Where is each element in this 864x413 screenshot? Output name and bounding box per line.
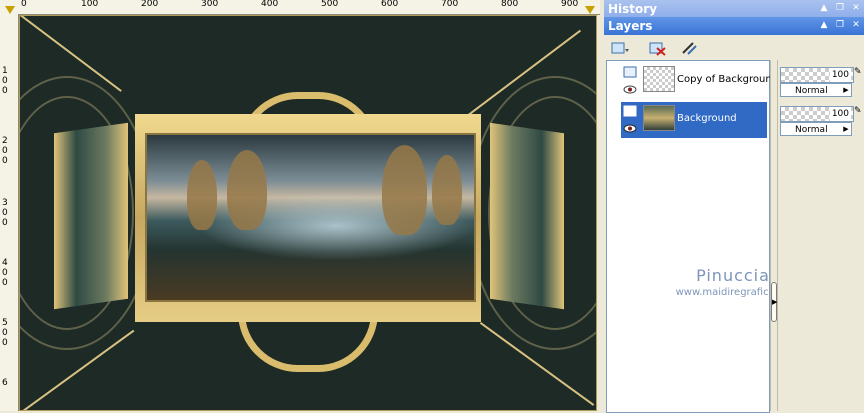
ruler-label: 0 (21, 0, 27, 9)
layer-properties: 100 ✎ Normal ▶ 100 ✎ Normal ▶ (778, 60, 864, 411)
ruler-label: 3 0 0 (2, 198, 8, 228)
layer-name: Copy of Background (677, 74, 779, 85)
pin-icon[interactable]: ▲ (818, 2, 830, 14)
chevron-right-icon[interactable]: ▶ (841, 84, 851, 96)
ruler-left: 1 0 0 2 0 0 3 0 0 4 0 0 5 0 0 6 (0, 14, 19, 411)
ruler-label: 100 (81, 0, 99, 9)
ruler-label: 500 (321, 0, 339, 9)
ruler-label: 1 0 0 (2, 66, 8, 96)
layer-thumbnail (643, 105, 675, 131)
restore-icon[interactable]: ❐ (834, 2, 846, 14)
layer-visibility-icon[interactable] (623, 66, 637, 78)
pin-icon[interactable]: ▲ (818, 19, 830, 31)
tree (432, 155, 462, 225)
edit-icon[interactable]: ✎ (854, 67, 864, 79)
layer-props-row: 100 ✎ Normal ▶ (780, 62, 864, 98)
opacity-slider[interactable]: 100 (780, 106, 854, 122)
landscape-picture (145, 133, 476, 302)
opacity-slider[interactable]: 100 (780, 67, 854, 83)
new-layer-button[interactable] (608, 38, 632, 58)
ruler-marker (585, 6, 595, 14)
edit-layer-button[interactable] (678, 38, 702, 58)
ruler-label: 600 (381, 0, 399, 9)
layers-toolbar (604, 36, 864, 60)
opacity-value: 100 (829, 68, 851, 82)
new-layer-icon (611, 42, 629, 54)
ruler-label: 2 0 0 (2, 136, 8, 166)
edit-layer-icon (682, 42, 697, 55)
ruler-label: 300 (201, 0, 219, 9)
blend-mode-value: Normal (795, 86, 828, 96)
blend-mode-select[interactable]: Normal ▶ (780, 122, 852, 136)
ruler-label: 200 (141, 0, 159, 9)
opacity-value: 100 (829, 107, 851, 121)
ruler-top: 0 100 200 300 400 500 600 700 800 900 (0, 0, 600, 15)
ruler-label: 6 (2, 378, 8, 388)
right-dock: History ▲ ❐ ✕ Layers ▲ ❐ ✕ Copy of Backg… (604, 0, 864, 413)
panel-title: Layers (608, 19, 653, 33)
delete-layer-button[interactable] (646, 38, 670, 58)
eye-icon[interactable] (623, 85, 637, 94)
tree (382, 145, 427, 235)
blend-mode-value: Normal (795, 125, 828, 135)
edit-icon[interactable]: ✎ (854, 106, 864, 118)
side-panel-left (54, 122, 128, 310)
tree (227, 150, 267, 230)
close-icon[interactable]: ✕ (850, 19, 862, 31)
ruler-label: 5 0 0 (2, 318, 8, 348)
ruler-marker (5, 6, 15, 14)
restore-icon[interactable]: ❐ (834, 19, 846, 31)
layer-props-row: 100 ✎ Normal ▶ (780, 101, 864, 137)
ruler-label: 900 (561, 0, 579, 9)
layer-name: Background (677, 113, 737, 124)
chevron-right-icon[interactable]: ▶ (841, 123, 851, 135)
layer-thumbnail (643, 66, 675, 92)
blend-mode-select[interactable]: Normal ▶ (780, 83, 852, 97)
panel-title: History (608, 2, 658, 16)
ruler-label: 4 0 0 (2, 258, 8, 288)
side-panel-right (490, 122, 564, 310)
splitter-grip[interactable]: ▶ (771, 282, 777, 322)
history-panel-header[interactable]: History ▲ ❐ ✕ (604, 0, 864, 18)
layers-panel-header[interactable]: Layers ▲ ❐ ✕ (604, 17, 864, 35)
close-icon[interactable]: ✕ (850, 2, 862, 14)
layers-list[interactable]: Copy of Background Background Pinuccia w… (606, 60, 790, 413)
layer-row-copy-of-background[interactable]: Copy of Background (621, 63, 778, 99)
delete-layer-icon (649, 42, 666, 56)
eye-icon[interactable] (623, 124, 637, 133)
image-canvas[interactable] (19, 15, 597, 411)
panel-splitter[interactable]: ▶ (770, 60, 778, 411)
ruler-label: 400 (261, 0, 279, 9)
ruler-label: 800 (501, 0, 519, 9)
layer-visibility-icon[interactable] (623, 105, 637, 117)
tree (187, 160, 217, 230)
layer-row-background[interactable]: Background (621, 102, 767, 138)
ruler-label: 700 (441, 0, 459, 9)
